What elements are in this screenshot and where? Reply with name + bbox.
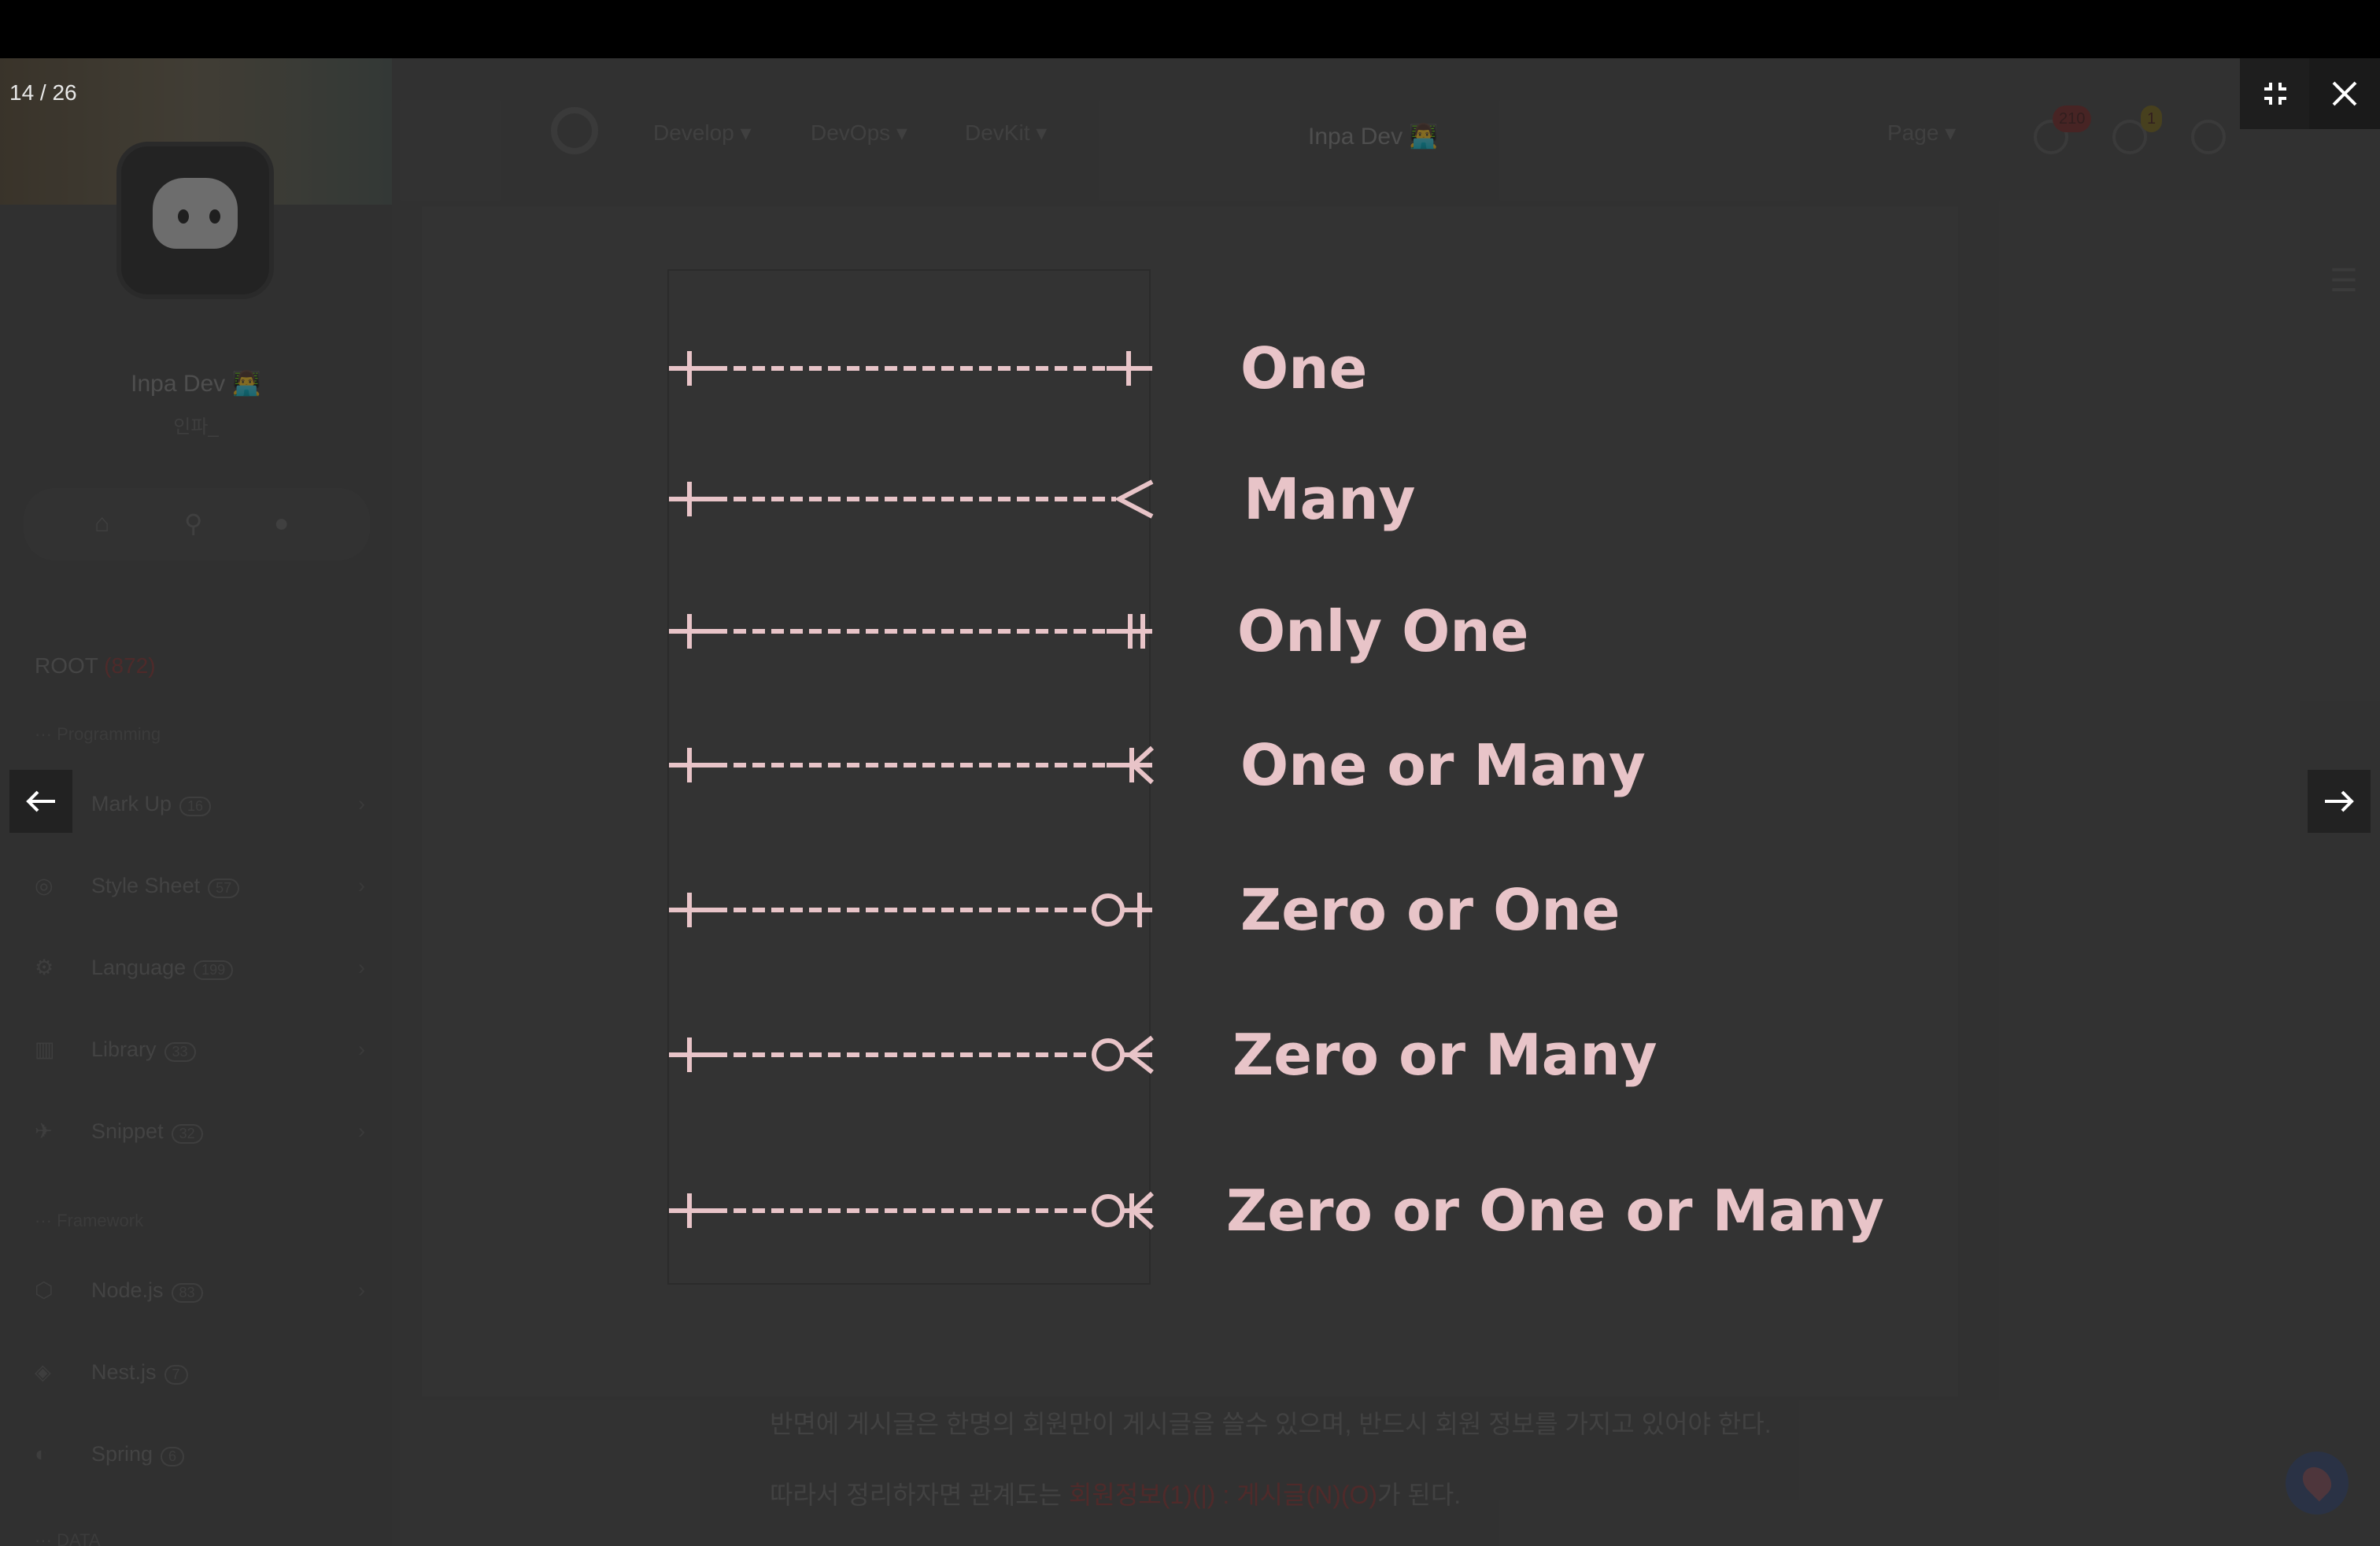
notation-label: One or Many [1240,732,1646,798]
nav-menu-devkit: DevKit ▾ [965,120,1048,145]
post-paragraph: 따라서 정리하자면 관계도는 회원정보(1)(|) : 게시글(N)(O)가 된… [770,1481,1462,1509]
prev-image-button[interactable] [9,770,72,833]
one-notation-icon [669,351,1152,386]
blog-logo [551,107,598,154]
notification-badge: 210 [2053,105,2092,132]
sidebar: Inpa Dev 👨‍💻 인파_ ⌂ ⚲ ● ROOT (872) ··· Pr… [0,142,392,1546]
location-fab-icon [2286,1452,2349,1515]
blog-nav: Develop ▾ DevOps ▾ DevKit ▾ Inpa Dev 👨‍💻… [551,105,2226,208]
notation-row-zero-or-one-or-many: Zero or One or Many [422,1171,1958,1250]
profile-name: Inpa Dev 👨‍💻 [131,371,261,397]
section-label: ··· Programming [35,724,161,744]
profile-avatar [116,142,274,299]
notation-label: One [1240,335,1368,401]
viewer-top-bar [0,0,2380,58]
next-image-button[interactable] [2308,770,2371,833]
notation-row-zero-or-many: Zero or Many [422,1015,1958,1094]
category-item: ▥ Library 33 › [35,1037,365,1062]
profile-handle: 인파_ [173,416,219,438]
notation-row-one: One [422,329,1958,408]
fullscreen-exit-icon [2264,83,2286,105]
search-icon: ⚲ [184,509,203,538]
root-category: ROOT (872) [35,653,156,678]
blog-brand: Inpa Dev 👨‍💻 [1308,124,1439,150]
arrow-left-icon [26,790,55,812]
user-icon: ● [274,509,290,537]
notation-label: Only One [1237,598,1529,664]
section-label: ··· Framework [35,1211,144,1230]
comment-badge: 1 [2141,105,2163,132]
notation-row-zero-or-one: Zero or One [422,871,1958,949]
category-item: ◎ Style Sheet 57 › [35,874,365,898]
category-item: ✈ Snippet 32 › [35,1119,365,1144]
category-item: ◐ Spring 6 [35,1442,365,1466]
notation-label: Zero or One [1240,877,1621,943]
nav-menu-devops: DevOps ▾ [811,120,907,145]
zero-or-one-notation-icon [669,893,1152,927]
post-paragraph: 반면에 게시글은 한명의 회원만이 게시글을 쓸수 있으며, 반드시 회원 정보… [770,1410,1772,1438]
category-item: ‹/›Mark Up16› [35,792,365,816]
close-button[interactable] [2309,58,2380,129]
notation-label: Zero or One or Many [1226,1178,1884,1244]
notation-row-only-one: Only One [422,592,1958,671]
close-icon [2332,81,2357,106]
search-icon [2191,120,2226,154]
notation-row-many: Many [422,460,1958,538]
one-or-many-notation-icon [669,745,1155,785]
exit-fullscreen-button[interactable] [2240,58,2311,129]
zero-or-many-notation-icon [669,1035,1154,1074]
arrow-right-icon [2325,790,2354,812]
notation-row-one-or-many: One or Many [422,726,1958,804]
toc-icon: ☰ [2330,264,2358,298]
category-item: ⬡ Node.js 83 › [35,1278,365,1303]
zero-or-one-or-many-notation-icon [669,1191,1155,1230]
category-item: ◈ Nest.js 7 [35,1360,365,1385]
nav-menu-develop: Develop ▾ [653,120,752,145]
viewer-image: One Many Only One One or Many Zero or On… [422,206,1958,1396]
sidebar-icon-bar: ⌂ ⚲ ● [24,488,370,560]
many-notation-icon [669,479,1154,519]
image-counter: 14 / 26 [9,80,77,105]
category-item: ⚙ Language 199 › [35,956,365,980]
section-label: ··· DATA [35,1530,101,1546]
only-one-notation-icon [669,614,1152,649]
notation-label: Zero or Many [1232,1022,1658,1088]
home-icon: ⌂ [94,509,110,537]
nav-menu-page: Page ▾ [1887,120,1957,145]
notation-label: Many [1244,466,1416,532]
